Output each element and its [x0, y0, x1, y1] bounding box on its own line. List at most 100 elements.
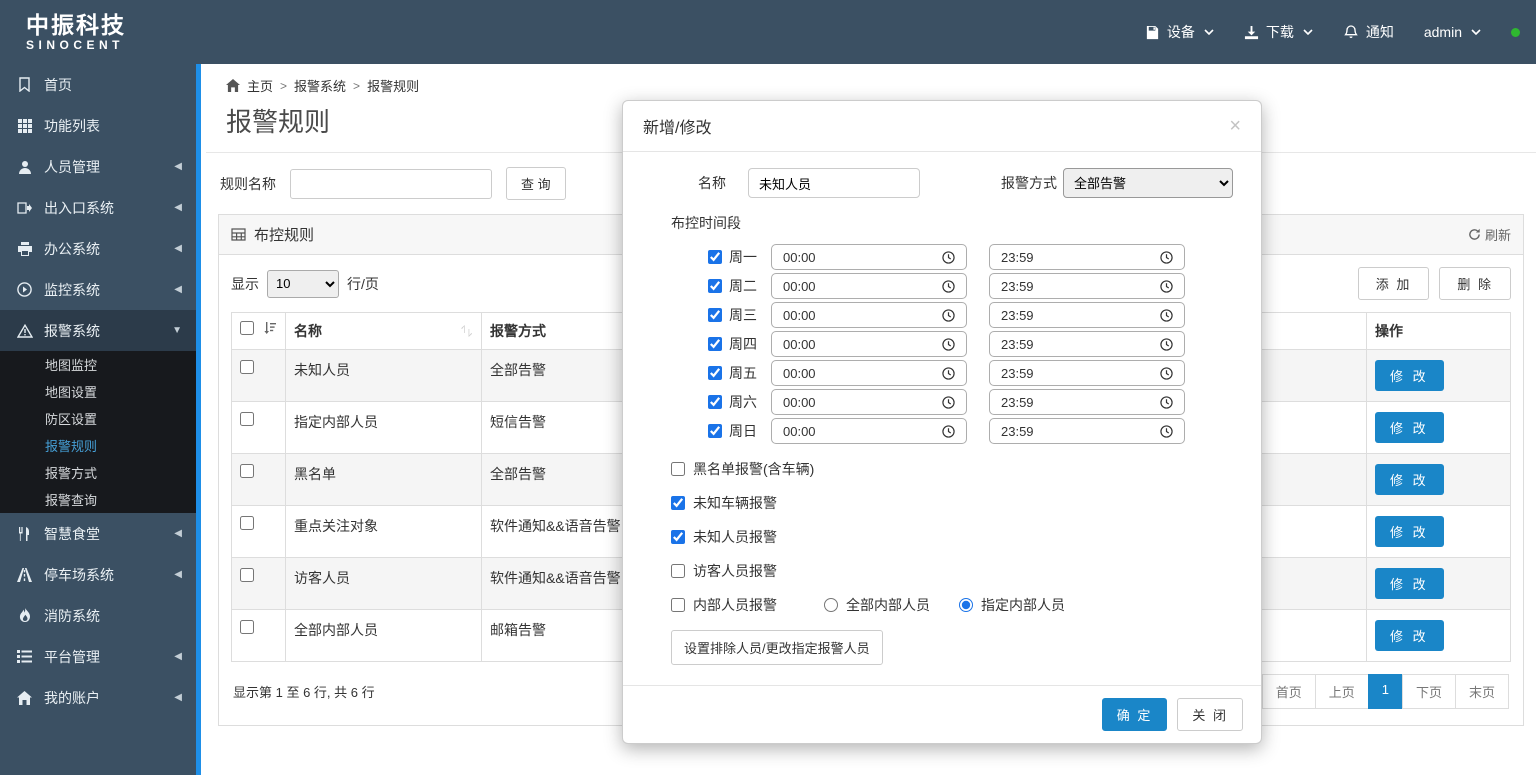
- edit-button[interactable]: 修 改: [1375, 568, 1444, 599]
- option-label: 未知人员报警: [693, 527, 777, 547]
- end-time-input[interactable]: 23:59: [989, 244, 1185, 270]
- per-page-label: 行/页: [347, 274, 379, 294]
- clock-icon: [1160, 367, 1173, 380]
- search-button[interactable]: 查 询: [506, 167, 566, 200]
- close-icon[interactable]: ×: [1229, 118, 1241, 134]
- set-excluded-persons-button[interactable]: 设置排除人员/更改指定报警人员: [671, 630, 883, 665]
- pagination-last[interactable]: 末页: [1455, 674, 1509, 709]
- sidebar-item-account[interactable]: 我的账户 ◀: [0, 677, 196, 718]
- breadcrumb-home[interactable]: 主页: [247, 76, 273, 95]
- day-checkbox-wed[interactable]: [708, 308, 722, 322]
- add-button[interactable]: 添 加: [1358, 267, 1430, 300]
- end-time-input[interactable]: 23:59: [989, 360, 1185, 386]
- sidebar-item-entrance[interactable]: 出入口系统 ◀: [0, 187, 196, 228]
- end-time-input[interactable]: 23:59: [989, 273, 1185, 299]
- home-icon: [16, 691, 33, 705]
- start-time-input[interactable]: 00:00: [771, 302, 967, 328]
- name-input[interactable]: [748, 168, 920, 198]
- day-checkbox-tue[interactable]: [708, 279, 722, 293]
- row-checkbox[interactable]: [240, 360, 254, 374]
- refresh-button[interactable]: 刷新: [1468, 225, 1511, 244]
- row-checkbox[interactable]: [240, 464, 254, 478]
- start-time-input[interactable]: 00:00: [771, 360, 967, 386]
- sidebar-item-personnel[interactable]: 人员管理 ◀: [0, 146, 196, 187]
- start-time-input[interactable]: 00:00: [771, 273, 967, 299]
- alarm-type-select[interactable]: 全部告警: [1063, 168, 1233, 198]
- row-checkbox[interactable]: [240, 568, 254, 582]
- row-checkbox[interactable]: [240, 620, 254, 634]
- row-checkbox[interactable]: [240, 516, 254, 530]
- submenu-item-zone-settings[interactable]: 防区设置: [0, 405, 196, 432]
- edit-button[interactable]: 修 改: [1375, 360, 1444, 391]
- name-column-header[interactable]: 名称: [294, 321, 322, 341]
- sidebar-item-office[interactable]: 办公系统 ◀: [0, 228, 196, 269]
- blacklist-alarm-checkbox[interactable]: [671, 462, 685, 476]
- end-time-input[interactable]: 23:59: [989, 418, 1185, 444]
- pagination-next[interactable]: 下页: [1402, 674, 1456, 709]
- clock-icon: [942, 251, 955, 264]
- user-menu[interactable]: admin: [1424, 24, 1481, 40]
- edit-button[interactable]: 修 改: [1375, 464, 1444, 495]
- start-time-input[interactable]: 00:00: [771, 418, 967, 444]
- day-checkbox-sat[interactable]: [708, 395, 722, 409]
- schedule-day-row: 周二 00:00 23:59: [708, 273, 1241, 299]
- specified-internal-radio[interactable]: [959, 598, 973, 612]
- day-checkbox-fri[interactable]: [708, 366, 722, 380]
- sidebar-item-feature-list[interactable]: 功能列表: [0, 105, 196, 146]
- all-internal-radio[interactable]: [824, 598, 838, 612]
- submenu-label: 防区设置: [45, 409, 97, 428]
- sidebar-item-home[interactable]: 首页: [0, 64, 196, 105]
- submenu-item-alarm-rules[interactable]: 报警规则: [0, 432, 196, 459]
- breadcrumb-level1[interactable]: 报警系统: [294, 76, 346, 95]
- device-menu[interactable]: 设备: [1145, 22, 1214, 42]
- pagination-prev[interactable]: 上页: [1315, 674, 1369, 709]
- submenu-item-map-monitor[interactable]: 地图监控: [0, 351, 196, 378]
- day-checkbox-thu[interactable]: [708, 337, 722, 351]
- alarm-type-column-header[interactable]: 报警方式: [490, 323, 546, 339]
- day-checkbox-mon[interactable]: [708, 250, 722, 264]
- cutlery-icon: [16, 527, 33, 541]
- edit-button[interactable]: 修 改: [1375, 516, 1444, 547]
- start-time-input[interactable]: 00:00: [771, 244, 967, 270]
- sidebar-item-alarm-system[interactable]: 报警系统 ▼: [0, 310, 196, 351]
- rule-name-input[interactable]: [290, 169, 492, 199]
- submenu-item-alarm-query[interactable]: 报警查询: [0, 486, 196, 513]
- option-label: 访客人员报警: [693, 561, 777, 581]
- submenu-item-alarm-method[interactable]: 报警方式: [0, 459, 196, 486]
- edit-button[interactable]: 修 改: [1375, 412, 1444, 443]
- pagination-page-1[interactable]: 1: [1368, 674, 1403, 709]
- unknown-person-alarm-checkbox[interactable]: [671, 530, 685, 544]
- sidebar-item-fire[interactable]: 消防系统: [0, 595, 196, 636]
- internal-alarm-checkbox[interactable]: [671, 598, 685, 612]
- select-all-checkbox[interactable]: [240, 321, 254, 335]
- close-button[interactable]: 关 闭: [1177, 698, 1243, 731]
- rows-summary: 显示第 1 至 6 行, 共 6 行: [233, 682, 375, 701]
- submenu-item-map-settings[interactable]: 地图设置: [0, 378, 196, 405]
- chevron-left-icon: ◀: [174, 569, 182, 580]
- time-value: 00:00: [783, 279, 816, 294]
- sidebar-item-platform[interactable]: 平台管理 ◀: [0, 636, 196, 677]
- day-checkbox-sun[interactable]: [708, 424, 722, 438]
- unknown-vehicle-alarm-checkbox[interactable]: [671, 496, 685, 510]
- edit-button[interactable]: 修 改: [1375, 620, 1444, 651]
- notifications-menu[interactable]: 通知: [1343, 22, 1394, 42]
- sidebar-item-canteen[interactable]: 智慧食堂 ◀: [0, 513, 196, 554]
- day-label: 周五: [729, 363, 763, 383]
- download-menu[interactable]: 下载: [1244, 22, 1313, 42]
- confirm-button[interactable]: 确 定: [1102, 698, 1168, 731]
- start-time-input[interactable]: 00:00: [771, 389, 967, 415]
- pagination-first[interactable]: 首页: [1262, 674, 1316, 709]
- page-size-group: 显示 10 行/页: [231, 270, 379, 298]
- sidebar-item-parking[interactable]: 停车场系统 ◀: [0, 554, 196, 595]
- page-size-select[interactable]: 10: [267, 270, 339, 298]
- end-time-input[interactable]: 23:59: [989, 302, 1185, 328]
- end-time-input[interactable]: 23:59: [989, 331, 1185, 357]
- sidebar-item-monitoring[interactable]: 监控系统 ◀: [0, 269, 196, 310]
- modal-header: 新增/修改 ×: [623, 101, 1261, 152]
- clock-icon: [1160, 280, 1173, 293]
- row-checkbox[interactable]: [240, 412, 254, 426]
- visitor-alarm-checkbox[interactable]: [671, 564, 685, 578]
- start-time-input[interactable]: 00:00: [771, 331, 967, 357]
- end-time-input[interactable]: 23:59: [989, 389, 1185, 415]
- delete-button[interactable]: 删 除: [1439, 267, 1511, 300]
